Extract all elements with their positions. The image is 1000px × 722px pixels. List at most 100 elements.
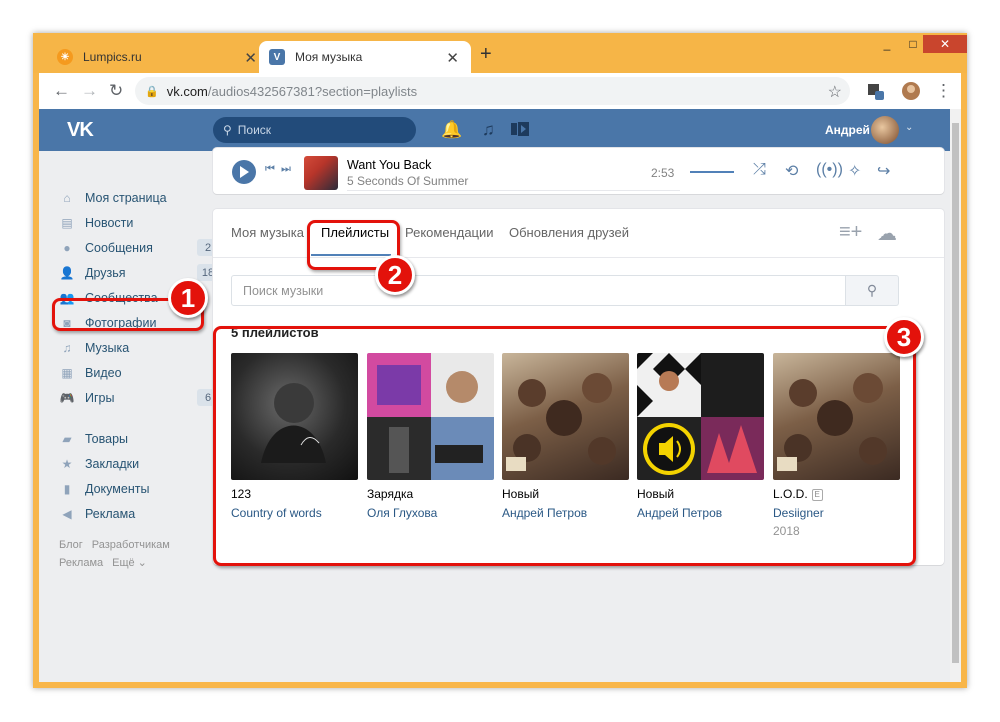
tab-my-music[interactable]: Моя музыка (231, 225, 304, 240)
ads-icon: ◀ (62, 506, 72, 521)
sidebar-item-bookmarks[interactable]: ★ Закладки (59, 451, 219, 476)
vk-logo[interactable]: VK (67, 119, 94, 142)
vk-favicon-icon: V (269, 49, 285, 65)
back-icon[interactable]: ← (53, 81, 70, 101)
browser-tab-music[interactable]: V Моя музыка ✕ (259, 41, 471, 73)
next-track-icon[interactable]: ⏭ (281, 163, 291, 176)
home-icon: ⌂ (63, 190, 71, 205)
tab-recommendations[interactable]: Рекомендации (405, 225, 494, 240)
sidebar-item-games[interactable]: 🎮 Игры 6 (59, 385, 219, 410)
chevron-down-icon[interactable]: ⌄ (905, 122, 913, 133)
footer-link-blog[interactable]: Блог (59, 539, 83, 551)
forward-icon[interactable]: → (81, 81, 98, 101)
left-sidebar: ⌂ Моя страница ▤ Новости ● Сообщения 2 👤 Друз… (59, 185, 219, 572)
star-icon: ★ (61, 456, 73, 471)
progress-bar[interactable] (347, 190, 680, 191)
header-search-placeholder: Поиск (237, 123, 272, 137)
sidebar-divider (59, 410, 219, 426)
sidebar-item-label: Музыка (85, 340, 130, 355)
search-placeholder: Поиск музыки (243, 283, 324, 298)
shuffle-icon[interactable]: ⤮ (753, 161, 766, 179)
scrollbar-thumb[interactable] (952, 123, 959, 663)
tab-strip: ☀ Lumpics.ru ✕ V Моя музыка ✕ + _ □ ✕ (33, 33, 967, 73)
browser-tab-lumpics[interactable]: ☀ Lumpics.ru ✕ (47, 41, 269, 73)
sidebar-item-label: Игры (85, 390, 115, 405)
annotation-highlight-playlists (213, 326, 916, 566)
sidebar-item-label: Видео (85, 365, 122, 380)
sidebar-item-label: Документы (85, 481, 150, 496)
search-button[interactable]: ⚲ (846, 275, 899, 306)
sidebar-item-messages[interactable]: ● Сообщения 2 (59, 235, 219, 260)
track-artist[interactable]: 5 Seconds Of Summer (347, 174, 468, 188)
search-icon: ⚲ (866, 282, 878, 298)
messages-icon: ● (63, 240, 71, 255)
track-cover (304, 156, 338, 190)
sidebar-item-news[interactable]: ▤ Новости (59, 210, 219, 235)
sidebar-item-documents[interactable]: ▮ Документы (59, 476, 219, 501)
toolbar: ← → ↻ 🔒 vk.com/audios432567381?section=p… (39, 73, 961, 109)
lumpics-favicon-icon: ☀ (57, 49, 73, 65)
music-icon: ♫ (62, 340, 72, 355)
tab-friends-updates[interactable]: Обновления друзей (509, 225, 629, 240)
music-search-input[interactable]: Поиск музыки (231, 275, 846, 306)
footer-link-more[interactable]: Ещё (112, 557, 135, 569)
menu-icon[interactable]: ⋮ (935, 81, 952, 101)
sidebar-item-label: Сообщения (85, 240, 153, 255)
sidebar-item-my-page[interactable]: ⌂ Моя страница (59, 185, 219, 210)
extension-icon[interactable] (865, 81, 885, 101)
lock-icon: 🔒 (145, 85, 159, 98)
sidebar-item-label: Реклама (85, 506, 136, 521)
tab-title: Моя музыка (295, 50, 363, 64)
tab-title: Lumpics.ru (83, 50, 142, 64)
minimize-icon[interactable]: _ (873, 35, 901, 53)
sidebar-item-label: Товары (85, 431, 128, 446)
track-time: 2:53 (651, 166, 675, 180)
profile-avatar-icon[interactable] (901, 81, 921, 101)
games-icon: 🎮 (59, 390, 75, 405)
url-path: /audios432567381?section=playlists (207, 83, 418, 99)
annotation-marker-3: 3 (884, 317, 924, 357)
sidebar-item-goods[interactable]: ▰ Товары (59, 426, 219, 451)
previous-track-icon[interactable]: ⏮ (265, 163, 275, 176)
annotation-marker-2: 2 (375, 255, 415, 295)
magic-wand-icon[interactable]: ✧ (848, 161, 861, 181)
avatar[interactable] (871, 116, 899, 144)
chevron-down-icon[interactable]: ⌄ (138, 557, 147, 569)
annotation-marker-1: 1 (168, 278, 208, 318)
sidebar-item-ads[interactable]: ◀ Реклама (59, 501, 219, 526)
close-window-icon[interactable]: ✕ (923, 35, 967, 53)
bag-icon: ▰ (62, 431, 72, 446)
sidebar-item-label: Друзья (85, 265, 126, 280)
footer-link-developers[interactable]: Разработчикам (92, 539, 170, 551)
play-button[interactable] (232, 160, 256, 184)
url-host: vk.com (166, 83, 208, 99)
music-note-icon[interactable]: ♫ (482, 120, 495, 140)
header-search-input[interactable]: ⚲ Поиск (213, 117, 416, 143)
footer-link-ads[interactable]: Реклама (59, 557, 103, 569)
volume-slider[interactable] (690, 171, 734, 173)
search-icon: ⚲ (223, 123, 232, 137)
share-icon[interactable]: ↪ (877, 161, 890, 181)
news-icon: ▤ (61, 215, 73, 230)
friends-icon: 👤 (59, 265, 75, 280)
sidebar-item-label: Новости (85, 215, 134, 230)
video-icon: ▦ (61, 365, 73, 380)
scrollbar[interactable] (950, 109, 961, 682)
sidebar-item-label: Закладки (85, 456, 140, 471)
user-name[interactable]: Андрей (825, 123, 870, 137)
upload-cloud-icon[interactable]: ☁ (877, 221, 897, 246)
close-tab-icon[interactable]: ✕ (244, 49, 257, 67)
broadcast-icon[interactable]: ((•)) (816, 161, 843, 179)
address-bar[interactable]: 🔒 vk.com/audios432567381?section=playlis… (135, 77, 850, 105)
document-icon: ▮ (63, 481, 71, 496)
new-tab-icon[interactable]: + (480, 43, 492, 66)
bookmark-star-icon[interactable]: ☆ (828, 82, 842, 102)
add-playlist-icon[interactable]: ≡+ (839, 221, 862, 244)
sidebar-item-music[interactable]: ♫ Музыка (59, 335, 219, 360)
sidebar-item-video[interactable]: ▦ Видео (59, 360, 219, 385)
bell-icon[interactable]: 🔔 (441, 120, 462, 140)
play-video-icon[interactable] (509, 120, 531, 143)
close-tab-icon[interactable]: ✕ (446, 49, 459, 67)
repeat-icon[interactable]: ⟲ (785, 161, 798, 181)
reload-icon[interactable]: ↻ (109, 81, 123, 101)
